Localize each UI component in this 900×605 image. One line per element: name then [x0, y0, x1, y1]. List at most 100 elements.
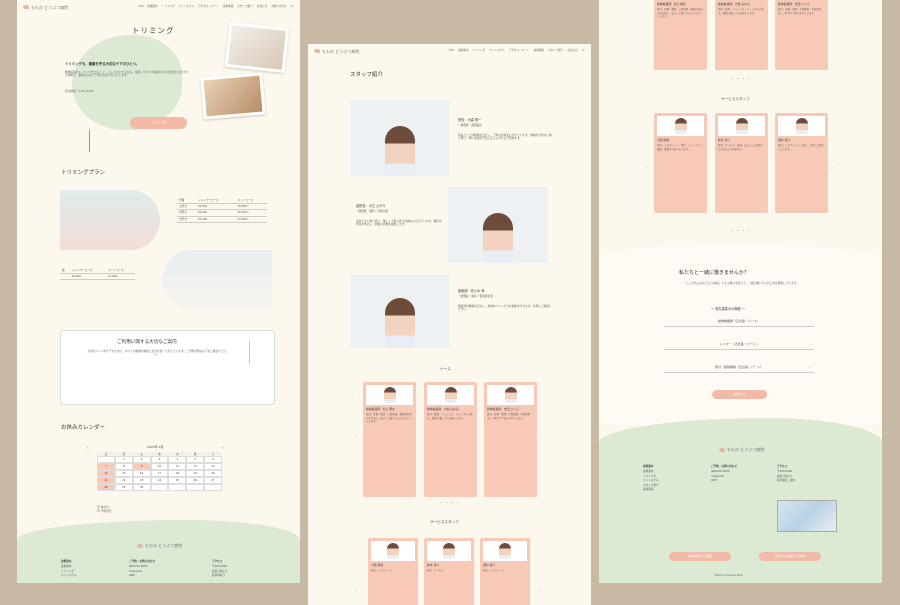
- calendar-day[interactable]: 27: [204, 477, 222, 484]
- carousel-dots[interactable]: • • • •: [440, 500, 460, 505]
- calendar-day[interactable]: 1: [114, 456, 133, 463]
- carousel-prev-icon[interactable]: ‹: [355, 589, 357, 595]
- nav-item[interactable]: お問い合わせ: [271, 5, 287, 8]
- staff-sub: 一級獣医・猫科・手術担当: [356, 209, 389, 213]
- calendar-day[interactable]: 7: [97, 463, 115, 470]
- plan-photo-left: [60, 190, 160, 250]
- job-accordion-item[interactable]: 受付・動物補助（正社員・パート） ›: [664, 364, 814, 373]
- nav-item[interactable]: アクセス・ルート: [198, 5, 219, 8]
- nav-item[interactable]: スタッフ紹介: [237, 5, 253, 8]
- nav-item[interactable]: 採用情報: [223, 5, 233, 8]
- job-accordion-item[interactable]: 動物看護師（正社員・パート） ›: [664, 318, 814, 327]
- access-map[interactable]: [777, 500, 837, 532]
- nurse-card[interactable]: 動物看護師：村上 翔太 担当：診療・看護・入院管理。動物の気持ちを大切に、安心して…: [654, 0, 707, 70]
- service-card[interactable]: 大西 南穂 担当：レセプション: [368, 538, 418, 605]
- nav-item[interactable]: ペットホテル: [179, 5, 195, 8]
- calendar-day: [168, 484, 187, 491]
- nav-item[interactable]: 採用情報: [533, 49, 543, 52]
- calendar-day[interactable]: 24: [150, 477, 169, 484]
- carousel-next-icon[interactable]: ›: [540, 434, 542, 440]
- calendar-day[interactable]: 2: [132, 456, 151, 463]
- carousel-next-icon[interactable]: ›: [540, 589, 542, 595]
- service-card[interactable]: 西村 和乃 担当：レセプション: [480, 538, 530, 605]
- footer-logo[interactable]: ももの どうぶつ病院: [137, 543, 182, 548]
- site-logo[interactable]: ももの どうぶつ病院: [23, 5, 68, 10]
- calendar-prev-icon[interactable]: ‹: [87, 445, 89, 450]
- footer-button-left[interactable]: 動物病院をご確認: [669, 552, 731, 561]
- calendar-day[interactable]: 15: [114, 470, 133, 477]
- nurse-card[interactable]: 動物看護師：大嶋 みなみ 担当：看護・トリミング・ペットホテル担当。笑顔と優しさで…: [424, 382, 477, 497]
- hero-photo-bottom: [200, 72, 266, 120]
- calendar-day[interactable]: 10: [150, 463, 169, 470]
- phone-icon[interactable]: ☏: [582, 49, 585, 52]
- calendar-day[interactable]: 20: [204, 470, 222, 477]
- calendar-day: [186, 484, 205, 491]
- staff-photo: [448, 187, 548, 263]
- nav-item[interactable]: ペットホテル: [489, 49, 505, 52]
- jobs-title: 〜 現在募集中の職種 〜: [711, 307, 745, 311]
- carousel-prev-icon[interactable]: ‹: [355, 434, 357, 440]
- site-logo[interactable]: ももの どうぶつ病院: [314, 49, 359, 54]
- carousel-next-icon[interactable]: ›: [831, 165, 833, 171]
- calendar-day[interactable]: 12: [186, 463, 205, 470]
- carousel-dots[interactable]: • • • •: [731, 228, 751, 233]
- service-card[interactable]: 西村 和乃 担当：レセプション・会計。丁寧にご案内いたします。: [775, 113, 828, 213]
- footer-col: 診療案内 診療案内 トリミング ペットホテル: [61, 560, 77, 578]
- service-photo: [483, 541, 527, 561]
- calendar-day[interactable]: 8: [114, 463, 133, 470]
- recruit-body: 「ここがもものどうぶつ病院」そんな思いを持って、一緒に働いてくれる方を募集してい…: [684, 281, 799, 285]
- calendar-day[interactable]: 19: [186, 470, 205, 477]
- service-photo: [657, 116, 704, 136]
- calendar-day[interactable]: 23: [132, 477, 151, 484]
- calendar-day[interactable]: 11: [168, 463, 187, 470]
- staff-text: 院長としての経験を活かし、丁寧な診療を心がけています。動物の気持ちに寄り添い、飼…: [458, 133, 552, 141]
- nurse-card[interactable]: 動物看護師：吉田 さくら 担当：診療・看護・手術補助・手術室担当。丁寧なケアを心が…: [484, 382, 537, 497]
- nav-item[interactable]: TOP: [138, 5, 143, 8]
- job-accordion-item[interactable]: トリマー（正社員・パート） ›: [664, 341, 814, 350]
- nav-item[interactable]: アクセス・ルート: [509, 49, 530, 52]
- nav-item[interactable]: お知らせ: [257, 5, 267, 8]
- phone-icon[interactable]: ☏: [291, 5, 294, 8]
- nav-item[interactable]: お知らせ: [567, 49, 577, 52]
- footer-logo[interactable]: ももの どうぶつ病院: [719, 447, 764, 452]
- calendar-next-icon[interactable]: ›: [222, 445, 224, 450]
- nav-item[interactable]: TOP: [449, 49, 454, 52]
- nav-item[interactable]: スタッフ紹介: [548, 49, 564, 52]
- nurse-card[interactable]: 動物看護師：村上 翔太 担当：診療・看護・入院管理。動物の気持ちを大切に、安心して…: [363, 382, 416, 497]
- footer-button-right[interactable]: 受付する必要なご案内: [759, 552, 821, 561]
- calendar-day[interactable]: 16: [132, 470, 151, 477]
- service-card[interactable]: 鈴木 涼介 担当：サービス: [424, 538, 474, 605]
- calendar-day[interactable]: 25: [168, 477, 187, 484]
- calendar-day[interactable]: 26: [186, 477, 205, 484]
- service-photo: [778, 116, 825, 136]
- calendar-day[interactable]: 30: [132, 484, 151, 491]
- service-title: サービススタッフ: [721, 97, 750, 101]
- service-title: サービススタッフ: [430, 520, 459, 524]
- calendar-day[interactable]: 18: [168, 470, 187, 477]
- carousel-prev-icon[interactable]: ‹: [646, 165, 648, 171]
- service-card[interactable]: 鈴木 涼介 担当：サービス・送迎。安心してご来院いただけるよう努めます。: [715, 113, 768, 213]
- calendar-day[interactable]: 4: [168, 456, 187, 463]
- calendar-day[interactable]: 5: [186, 456, 205, 463]
- calendar-day[interactable]: 28: [97, 484, 115, 491]
- calendar-day[interactable]: 13: [204, 463, 222, 470]
- calendar-day[interactable]: 22: [114, 477, 133, 484]
- nurse-card[interactable]: 動物看護師：大嶋 みなみ 担当：看護・トリミング・ペットホテル担当。笑顔と優しさで…: [715, 0, 768, 70]
- calendar-day[interactable]: 3: [150, 456, 169, 463]
- calendar-day[interactable]: 14: [97, 470, 115, 477]
- nav-item[interactable]: 診療案内: [458, 49, 468, 52]
- nav-item[interactable]: トリミング: [472, 49, 485, 52]
- calendar-day[interactable]: 6: [204, 456, 222, 463]
- nav-item[interactable]: 診療案内: [147, 5, 157, 8]
- calendar-day[interactable]: 9: [132, 463, 151, 470]
- apply-button[interactable]: 応募する: [712, 390, 767, 399]
- service-card[interactable]: 大西 南穂 担当：レセプション・受付・ペットフード管理。笑顔で対応いたします。: [654, 113, 707, 213]
- plan-list-button[interactable]: プラン一覧: [130, 117, 187, 129]
- nurse-card[interactable]: 動物看護師：吉田 さくら 担当：診療・看護・手術補助・手術室担当。丁寧なケアを心が…: [775, 0, 828, 70]
- nav-item[interactable]: トリミング: [162, 5, 175, 8]
- calendar-day[interactable]: 29: [114, 484, 133, 491]
- calendar-day[interactable]: 17: [150, 470, 169, 477]
- nurse-photo: [427, 385, 474, 405]
- carousel-dots[interactable]: • • • •: [731, 76, 751, 81]
- calendar-day[interactable]: 21: [97, 477, 115, 484]
